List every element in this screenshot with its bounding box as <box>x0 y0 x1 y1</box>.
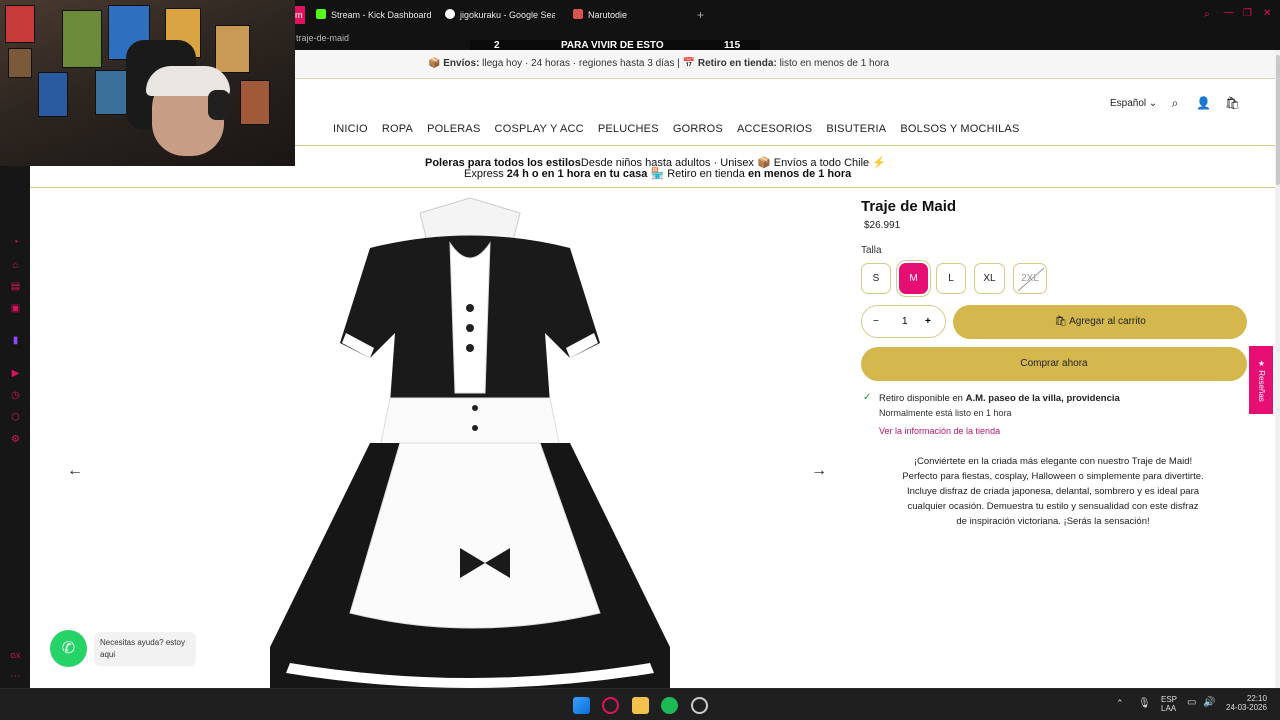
quantity-stepper: − 1 + <box>861 305 946 338</box>
nav-peluches[interactable]: PELUCHES <box>598 123 659 135</box>
nav-gorros[interactable]: GORROS <box>673 123 723 135</box>
prev-image-arrow[interactable]: ← <box>67 462 83 480</box>
tab-label: Stream - Kick Dashboard <box>331 10 432 20</box>
news-icon[interactable]: ▤ <box>9 280 22 293</box>
language-selector[interactable]: Español ⌄ <box>1110 98 1157 109</box>
quantity-value[interactable]: 1 <box>902 306 908 337</box>
scrollbar-thumb[interactable] <box>1276 55 1280 185</box>
search-icon[interactable]: ⌕ <box>1204 9 1210 20</box>
poster <box>240 80 270 125</box>
opera-gx-icon[interactable] <box>602 697 619 714</box>
headset <box>208 90 230 120</box>
nav-accesorios[interactable]: ACCESORIOS <box>737 123 812 135</box>
cart-icon[interactable]: 🛍 <box>1225 96 1240 110</box>
twitch-icon[interactable]: ▮ <box>9 334 22 347</box>
next-image-arrow[interactable]: → <box>811 462 827 480</box>
browser-sidebar: ◔ ⌂ ▤ ▣ ▮ ▶ ◷ ⬡ ⚙ GX ⋯ <box>0 166 30 688</box>
narutodie-icon <box>573 9 583 19</box>
size-option-m[interactable]: M <box>899 263 928 294</box>
network-icon[interactable]: ▭ <box>1187 697 1196 708</box>
more-icon[interactable]: ⋯ <box>9 670 22 683</box>
close-icon[interactable]: ✕ <box>1263 8 1271 19</box>
store-info-link[interactable]: Ver la información de la tienda <box>879 426 1000 436</box>
search-icon[interactable]: ⌕ <box>1168 96 1182 110</box>
reviews-tab[interactable]: ★ Reseñas <box>1249 346 1273 414</box>
nav-cosplay[interactable]: COSPLAY Y ACC <box>495 123 584 135</box>
tab-label: Narutodie <box>588 10 628 20</box>
windows-taskbar: ⌃ 🎙 ESP LAA ▭ 🔊 22:10 24-03-2026 <box>0 688 1280 720</box>
tab-active[interactable]: m <box>295 6 305 24</box>
whatsapp-help-bubble[interactable]: Necesitas ayuda? estoy aqui <box>94 632 196 666</box>
pickup-availability: Retiro disponible en A.M. paseo de la vi… <box>879 393 1120 404</box>
minus-icon[interactable]: − <box>873 306 879 337</box>
file-explorer-icon[interactable] <box>632 697 649 714</box>
poster <box>215 25 250 73</box>
clock[interactable]: 22:10 24-03-2026 <box>1226 694 1267 712</box>
poster <box>38 72 68 117</box>
product-description: ¡Conviértete en la criada más elegante c… <box>902 456 1204 527</box>
add-to-cart-button[interactable]: 🛍 Agregar al carrito <box>953 305 1247 339</box>
extensions-icon[interactable]: ⬡ <box>9 411 22 424</box>
buy-now-button[interactable]: Comprar ahora <box>861 347 1247 381</box>
size-option-l[interactable]: L <box>936 263 966 294</box>
tab-narutodie[interactable]: Narutodie <box>573 6 683 24</box>
settings-icon[interactable]: ⚙ <box>9 433 22 446</box>
tab-kick-dashboard[interactable]: Stream - Kick Dashboard <box>316 6 436 24</box>
check-icon: ✓ <box>863 392 872 403</box>
speed-icon[interactable]: ◔ <box>9 236 22 249</box>
size-option-s[interactable]: S <box>861 263 891 294</box>
poster <box>95 70 129 115</box>
windows-start-icon[interactable] <box>573 697 590 714</box>
product-image[interactable] <box>270 193 670 688</box>
size-label: Talla <box>861 245 882 256</box>
chevron-up-icon[interactable]: ⌃ <box>1116 698 1124 709</box>
nav-bolsos[interactable]: BOLSOS Y MOCHILAS <box>900 123 1019 135</box>
product-price: $26.991 <box>864 220 901 231</box>
product-title: Traje de Maid <box>861 198 957 215</box>
history-icon[interactable]: ◷ <box>9 389 22 402</box>
account-icon[interactable]: 👤 <box>1196 96 1211 110</box>
chevron-down-icon: ⌄ <box>1148 98 1158 109</box>
promo-line-2: Express 24 h o en 1 hora en tu casa 🏪 Re… <box>464 168 852 180</box>
google-icon <box>445 9 455 19</box>
nav-poleras[interactable]: POLERAS <box>427 123 480 135</box>
nav-inicio[interactable]: INICIO <box>333 123 368 135</box>
size-option-xl[interactable]: XL <box>974 263 1005 294</box>
minimize-icon[interactable]: — <box>1224 7 1234 18</box>
volume-icon[interactable]: 🔊 <box>1203 697 1215 708</box>
cart-icon: 🛍 <box>1054 316 1070 327</box>
microphone-icon[interactable]: 🎙 <box>1138 698 1151 709</box>
messenger-icon[interactable]: ▣ <box>9 302 22 315</box>
spotify-icon[interactable] <box>661 697 678 714</box>
kick-icon <box>316 9 326 19</box>
player-icon[interactable]: ▶ <box>9 367 22 380</box>
whatsapp-button[interactable]: ✆ <box>50 630 87 667</box>
nav-ropa[interactable]: ROPA <box>382 123 413 135</box>
size-option-2xl[interactable]: 2XL <box>1013 263 1047 294</box>
webcam-overlay <box>0 0 295 166</box>
tab-google-search[interactable]: jigokuraku - Google Search <box>445 6 555 24</box>
tab-label: jigokuraku - Google Search <box>460 10 555 20</box>
announcement-bar: 📦 Envíos: llega hoy · 24 horas · regione… <box>295 50 1280 79</box>
site-header <box>295 79 1280 145</box>
poster <box>5 5 35 43</box>
url-text[interactable]: traje-de-maid <box>296 33 349 43</box>
gx-icon[interactable]: GX <box>9 650 22 663</box>
store-icon[interactable]: ⌂ <box>9 259 22 272</box>
announcement-text: 📦 Envíos: llega hoy · 24 horas · regione… <box>428 58 890 69</box>
maximize-icon[interactable]: ❐ <box>1243 8 1252 19</box>
whatsapp-icon: ✆ <box>61 640 76 657</box>
new-tab-button[interactable]: + <box>697 6 707 24</box>
nav-bisuteria[interactable]: BISUTERIA <box>826 123 886 135</box>
poster <box>62 10 102 68</box>
poster <box>8 48 32 78</box>
main-nav: INICIO ROPA POLERAS COSPLAY Y ACC PELUCH… <box>333 123 1030 135</box>
settings-icon[interactable] <box>691 697 708 714</box>
pickup-time: Normalmente está listo en 1 hora <box>879 408 1012 418</box>
language-indicator[interactable]: ESP LAA <box>1161 695 1177 713</box>
plus-icon[interactable]: + <box>925 306 931 337</box>
